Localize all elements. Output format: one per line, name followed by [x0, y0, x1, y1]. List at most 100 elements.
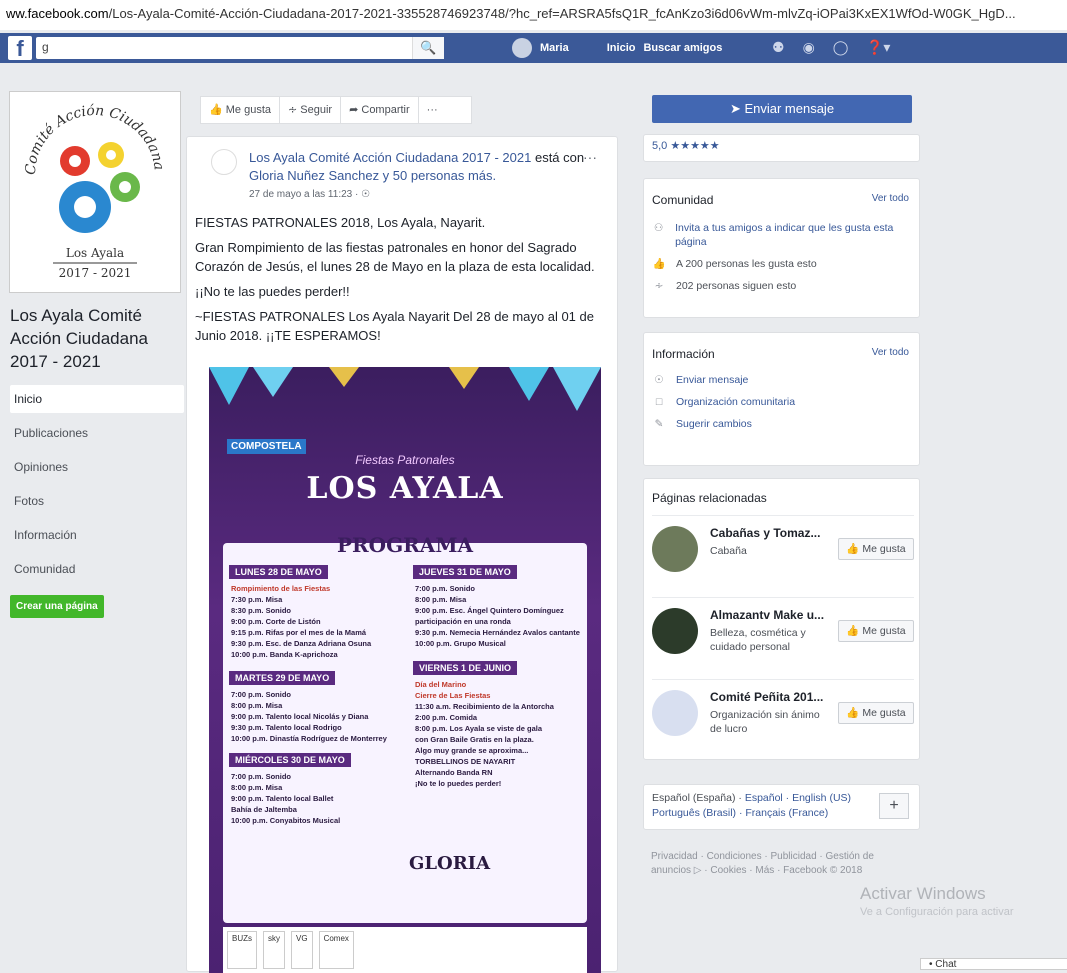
nav-item-reviews[interactable]: Opiniones	[10, 453, 184, 487]
invite-friends-link[interactable]: Invita a tus amigos a indicar que les gu…	[675, 221, 911, 249]
post-options-icon[interactable]: ···	[583, 149, 597, 165]
schedule-line: 9:00 p.m. Corte de Listón	[231, 617, 321, 626]
info-send-link[interactable]: Enviar mensaje	[676, 373, 748, 387]
related-page-name[interactable]: Comité Peñita 201...	[710, 690, 823, 704]
schedule-line: 9:00 p.m. Esc. Ángel Quintero Domínguez	[415, 606, 564, 615]
schedule-line: 9:00 p.m. Talento local Nicolás y Diana	[231, 712, 369, 721]
post-with-text: está con	[534, 150, 585, 165]
schedule-line: Día del Marino	[415, 680, 467, 689]
notifications-icon[interactable]: ◯	[833, 39, 849, 56]
messenger-icon: ☉	[654, 374, 664, 386]
friend-requests-icon[interactable]: ⚉	[772, 39, 785, 56]
more-actions-button[interactable]: ···	[419, 96, 446, 124]
related-page-name[interactable]: Almazantv Make u...	[710, 608, 824, 622]
related-page-item: Comité Peñita 201... Organización sin án…	[652, 679, 914, 749]
info-card: Información Ver todo ☉ Enviar mensaje □ Or…	[643, 332, 920, 466]
related-page-category: Cabaña	[710, 545, 747, 557]
share-button[interactable]: ➦ Compartir	[341, 96, 419, 124]
language-links[interactable]: Español · English (US)	[745, 792, 851, 804]
follow-button[interactable]: ∻ Seguir	[280, 96, 342, 124]
send-message-button[interactable]: ➤ Enviar mensaje	[652, 95, 912, 123]
related-page-category: Organización sin ánimo de lucro	[710, 709, 820, 735]
related-page-thumbnail[interactable]	[652, 526, 698, 572]
search-input[interactable]: g	[36, 37, 444, 59]
language-links-2[interactable]: Português (Brasil) · Français (France)	[652, 807, 828, 819]
nav-home[interactable]: Inicio	[607, 42, 636, 54]
post-paragraph-1: FIESTAS PATRONALES 2018, Los Ayala, Naya…	[195, 215, 486, 230]
related-like-button[interactable]: 👍 Me gusta	[838, 538, 914, 560]
schedule-line: 9:30 p.m. Esc. de Danza Adriana Osuna	[231, 639, 372, 648]
post-author-avatar[interactable]	[211, 149, 237, 175]
user-avatar[interactable]	[512, 38, 532, 58]
related-like-button[interactable]: 👍 Me gusta	[838, 702, 914, 724]
profile-picture[interactable]: Comité Acción Ciudadana Los Ayala 2017 -…	[10, 92, 180, 292]
schedule-line: 8:00 p.m. Misa	[415, 595, 467, 604]
related-pages-card: Páginas relacionadas Cabañas y Tomaz... …	[643, 478, 920, 760]
related-title: Páginas relacionadas	[652, 491, 767, 505]
related-like-button[interactable]: 👍 Me gusta	[838, 620, 914, 642]
info-org-row: □ Organización comunitaria	[644, 391, 919, 413]
add-language-button[interactable]: +	[879, 793, 909, 819]
poster-subtitle: Fiestas Patronales	[355, 453, 455, 467]
schedule-line: 7:00 p.m. Sonido	[231, 772, 292, 781]
related-like-label: Me gusta	[862, 543, 906, 555]
related-page-thumbnail[interactable]	[652, 608, 698, 654]
related-page-thumbnail[interactable]	[652, 690, 698, 736]
compostela-badge: COMPOSTELA	[227, 439, 306, 454]
rating-card[interactable]: 5,0 ★★★★★	[643, 134, 920, 162]
activate-windows-watermark: Activar Windows	[860, 884, 986, 903]
day-header-1: LUNES 28 DE MAYO	[229, 565, 328, 579]
folder-icon: □	[655, 396, 663, 408]
nav-user-name[interactable]: Maria	[540, 42, 569, 54]
page-title[interactable]: Los Ayala Comité Acción Ciudadana 2017 -…	[10, 304, 184, 373]
create-page-button[interactable]: Crear una página	[10, 595, 104, 618]
post-date[interactable]: 27 de mayo a las 11:23 · ☉	[249, 189, 370, 200]
nav-user-links: Maria Inicio Buscar amigos	[512, 38, 722, 58]
logo-text-years: 2017 - 2021	[59, 266, 132, 280]
community-see-all-link[interactable]: Ver todo	[872, 193, 909, 204]
schedule-line: Alternando Banda RN	[415, 768, 493, 777]
post-title: Los Ayala Comité Acción Ciudadana 2017 -…	[249, 149, 599, 185]
nav-find-friends[interactable]: Buscar amigos	[643, 42, 722, 54]
day-schedule-2: 7:00 p.m. Sonido 8:00 p.m. Misa 9:00 p.m…	[231, 689, 387, 744]
follows-row: ∻ 202 personas siguen esto	[644, 275, 919, 297]
like-page-button[interactable]: 👍 Me gusta	[201, 96, 281, 124]
language-card: Español (España) · Español · English (US…	[643, 784, 920, 830]
info-org-link[interactable]: Organización comunitaria	[676, 395, 795, 409]
language-es-es[interactable]: Español (España) ·	[652, 792, 745, 804]
follow-label: Seguir	[300, 104, 333, 116]
day-schedule-5: Día del Marino Cierre de Las Fiestas 11:…	[415, 679, 554, 789]
schedule-line: 2:00 p.m. Comida	[415, 713, 478, 722]
info-suggest-row: ✎ Sugerir cambios	[644, 413, 919, 435]
facebook-top-bar: f g 🔍 Maria Inicio Buscar amigos ⚉ ◉ ◯ ❓…	[0, 33, 1067, 63]
schedule-line: 8:00 p.m. Misa	[231, 701, 283, 710]
schedule-line: Algo muy grande se aproxima...	[415, 746, 529, 755]
post-date-text: 27 de mayo a las 11:23 ·	[249, 189, 359, 200]
post-paragraph-2: Gran Rompimiento de las fiestas patronal…	[195, 240, 595, 274]
info-suggest-link[interactable]: Sugerir cambios	[676, 417, 752, 431]
related-page-name[interactable]: Cabañas y Tomaz...	[710, 526, 820, 540]
help-icon[interactable]: ❓▾	[866, 39, 890, 56]
program-panel: PROGRAMA LUNES 28 DE MAYO Rompimiento de…	[223, 533, 587, 923]
nav-item-home[interactable]: Inicio	[10, 385, 184, 413]
facebook-logo-icon[interactable]: f	[8, 36, 32, 61]
address-bar[interactable]: ww.facebook.com/Los-Ayala-Comité-Acción-…	[0, 0, 1067, 30]
url-path: /Los-Ayala-Comité-Acción-Ciudadana-2017-…	[108, 6, 1016, 21]
post-tagged-link[interactable]: Gloria Nuñez Sanchez y 50 personas más.	[249, 168, 496, 183]
chat-bar[interactable]: • Chat	[920, 958, 1067, 970]
poster-title: LOS AYALA	[306, 471, 504, 506]
messages-icon[interactable]: ◉	[803, 39, 815, 56]
footer-links[interactable]: Privacidad · Condiciones · Publicidad · …	[651, 850, 891, 878]
nav-item-community[interactable]: Comunidad	[10, 555, 184, 589]
schedule-line: participación en una ronda	[415, 617, 511, 626]
search-icon[interactable]: 🔍	[412, 37, 444, 59]
sponsor-logos: BUZs sky VG Comex	[223, 927, 587, 973]
nav-item-posts[interactable]: Publicaciones	[10, 419, 184, 453]
related-page-item: Almazantv Make u... Belleza, cosmética y…	[652, 597, 914, 667]
share-label: Compartir	[361, 104, 410, 116]
event-poster-image[interactable]: COMPOSTELA Fiestas Patronales LOS AYALA …	[209, 367, 601, 973]
post-author-link[interactable]: Los Ayala Comité Acción Ciudadana 2017 -…	[249, 150, 531, 165]
info-see-all-link[interactable]: Ver todo	[872, 347, 909, 358]
nav-item-info[interactable]: Información	[10, 521, 184, 555]
nav-item-photos[interactable]: Fotos	[10, 487, 184, 521]
